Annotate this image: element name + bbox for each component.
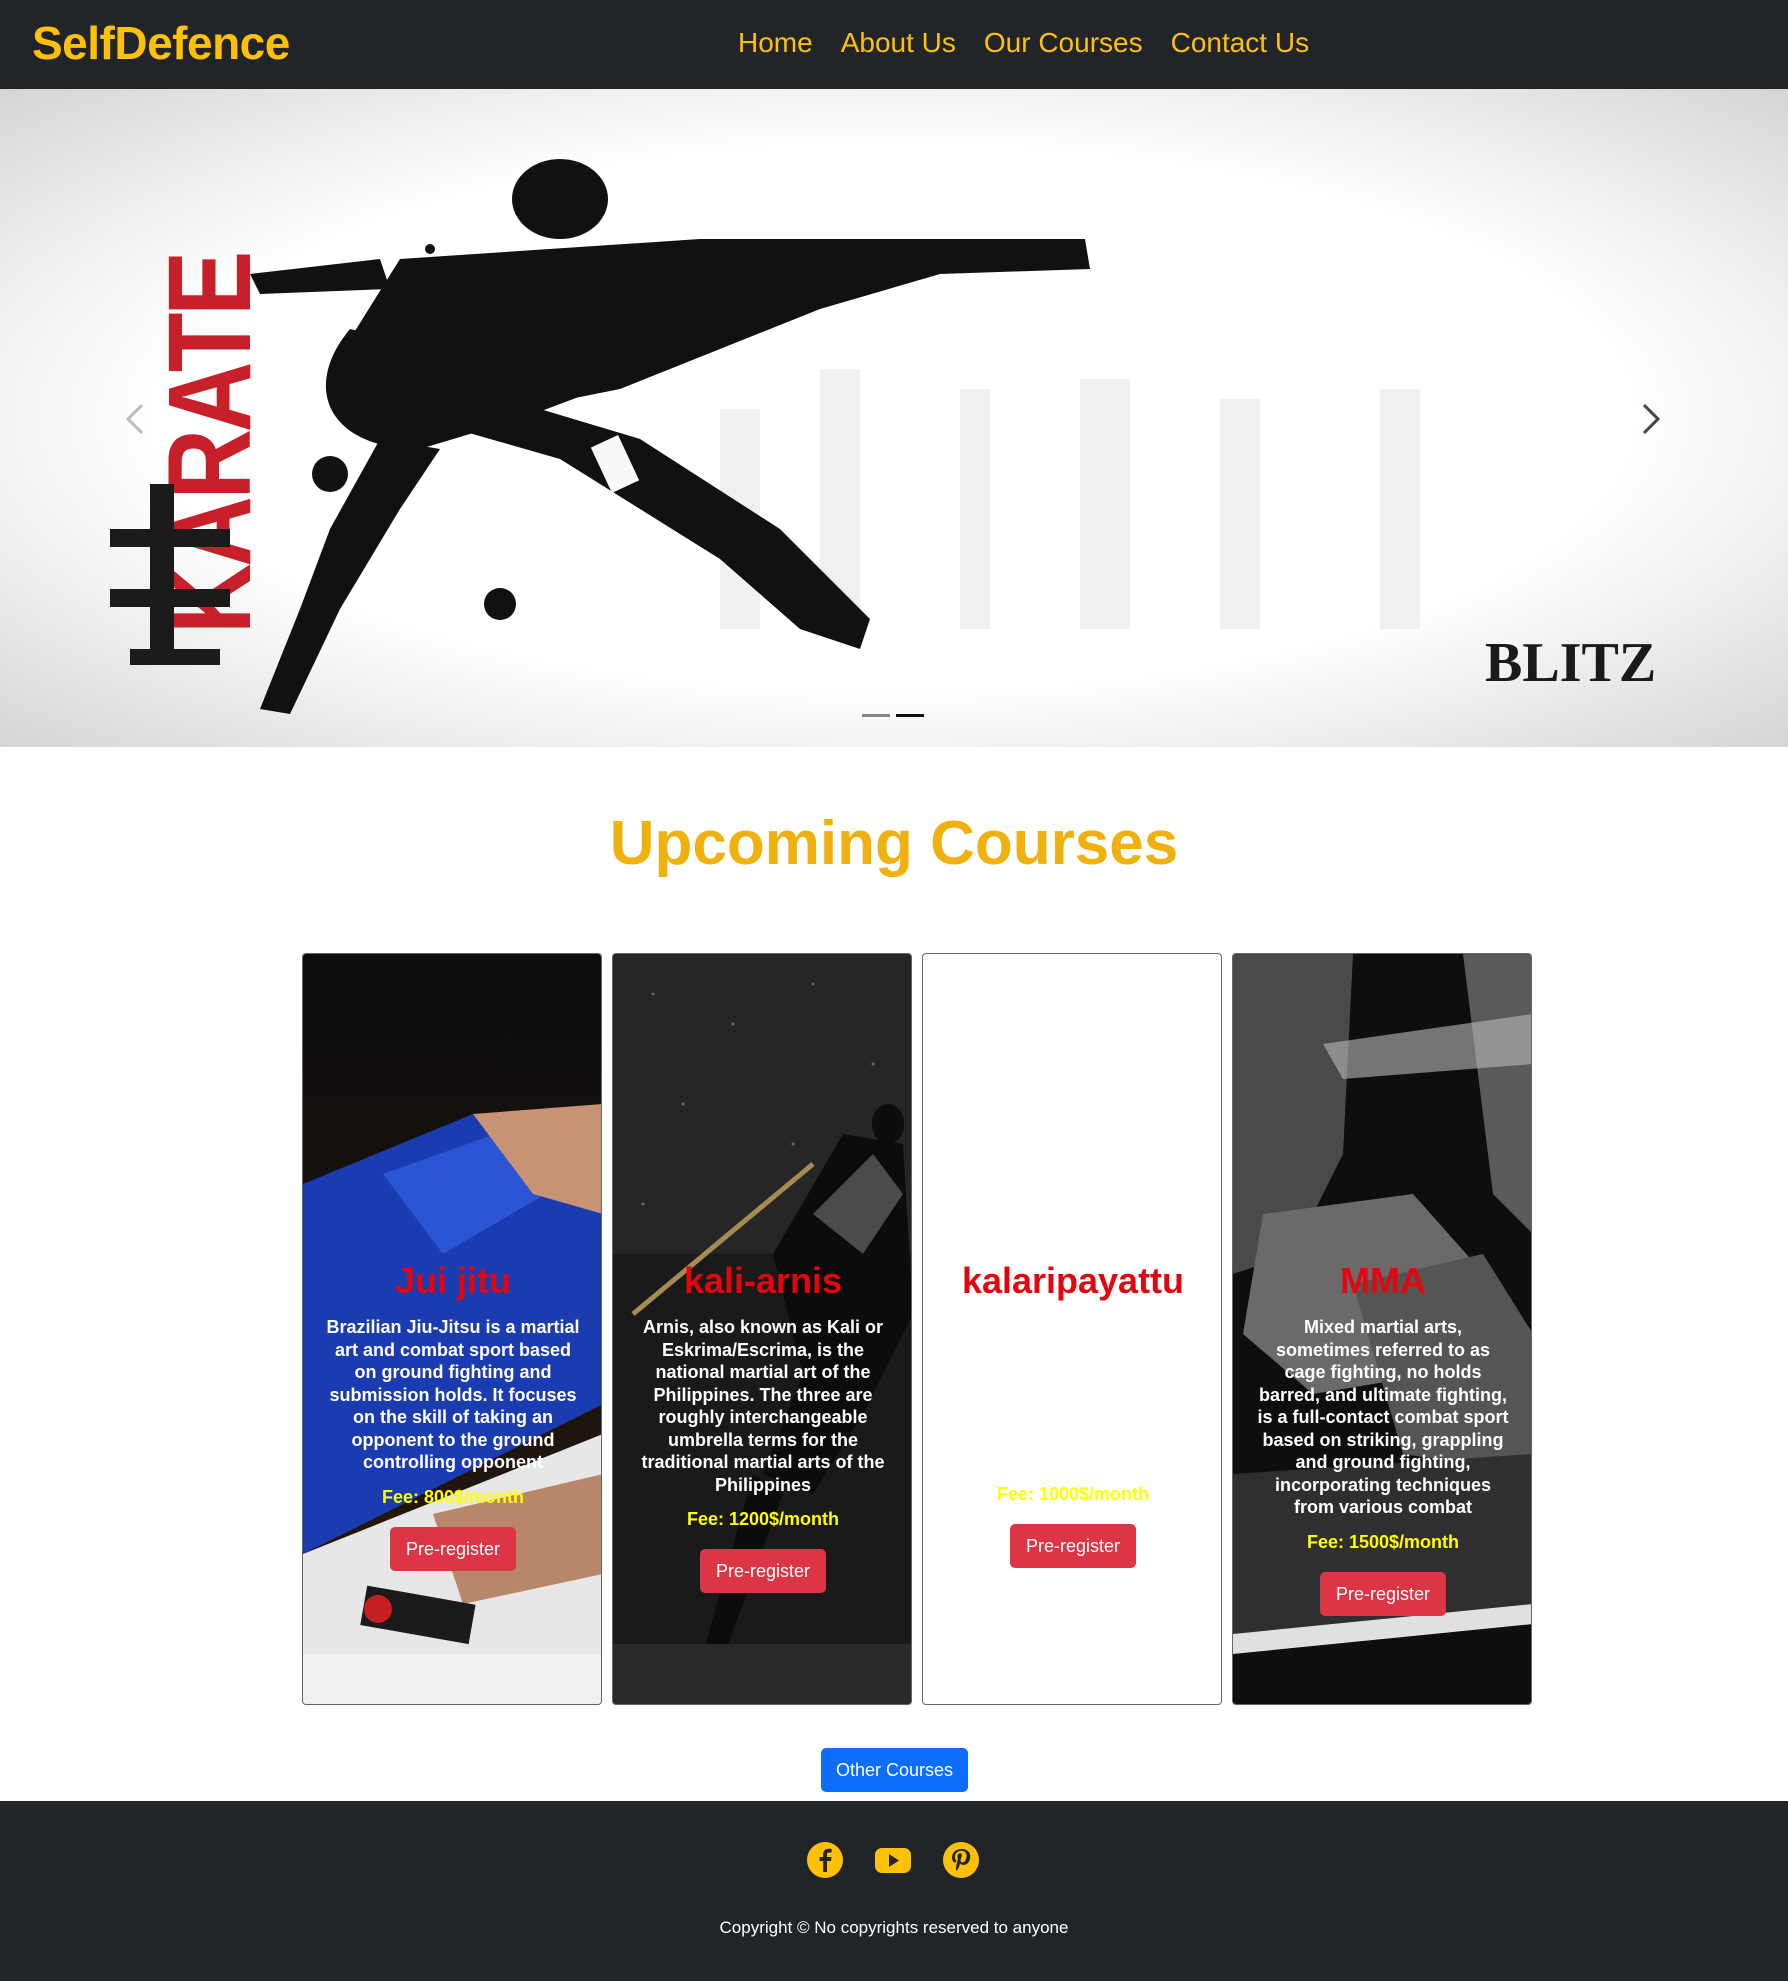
social-links: [806, 1841, 980, 1879]
nav-about-us[interactable]: About Us: [841, 26, 956, 60]
pre-register-button[interactable]: Pre-register: [1319, 1571, 1447, 1616]
course-fee: Fee: 1500$/month: [1306, 1531, 1460, 1552]
course-fee: Fee: 1000$/month: [996, 1484, 1150, 1505]
course-card-body: MMA Mixed martial arts, sometimes referr…: [1233, 1259, 1531, 1616]
chevron-right-icon[interactable]: [1622, 389, 1682, 449]
course-description: Brazilian Jiu-Jitsu is a martial art and…: [326, 1317, 580, 1473]
pinterest-icon[interactable]: [942, 1841, 980, 1879]
copyright-text: Copyright © No copyrights reserved to an…: [719, 1918, 1069, 1937]
course-title: MMA: [1340, 1260, 1426, 1301]
other-courses-button[interactable]: Other Courses: [821, 1748, 968, 1792]
pre-register-button[interactable]: Pre-register: [699, 1549, 827, 1594]
course-fee: Fee: 800$/month: [381, 1486, 525, 1507]
brand-logo[interactable]: SelfDefence: [32, 18, 290, 69]
course-description: [945, 1316, 1201, 1471]
course-description: Arnis, also known as Kali or Eskrima/Esc…: [641, 1317, 885, 1495]
course-cards: Jui jitu Brazilian Jiu-Jitsu is a martia…: [302, 953, 1534, 1705]
youtube-icon[interactable]: [874, 1841, 912, 1879]
nav-links: Home About Us Our Courses Contact Us: [738, 26, 1309, 60]
course-title: kalaripayattu: [961, 1260, 1185, 1301]
carousel-indicators: [862, 714, 924, 717]
course-card-body: kali-arnis Arnis, also known as Kali or …: [613, 1259, 911, 1594]
nav-our-courses[interactable]: Our Courses: [984, 26, 1143, 60]
course-card-kali-arnis: kali-arnis Arnis, also known as Kali or …: [612, 953, 912, 1705]
nav-contact-us[interactable]: Contact Us: [1171, 26, 1310, 60]
course-card-kalaripayattu: kalaripayattu Fee: 1000$/month Pre-regis…: [922, 953, 1222, 1705]
course-title: Jui jitu: [395, 1260, 511, 1301]
chevron-left-icon[interactable]: [104, 389, 164, 449]
carousel-indicator-2[interactable]: [896, 714, 924, 717]
facebook-icon[interactable]: [806, 1841, 844, 1879]
nav-home[interactable]: Home: [738, 26, 813, 60]
section-title: Upcoming Courses: [609, 809, 1179, 878]
blitz-logo-text: BLITZ: [1485, 632, 1656, 694]
navbar: SelfDefence Home About Us Our Courses Co…: [0, 0, 1788, 89]
course-card-jiu-jitsu: Jui jitu Brazilian Jiu-Jitsu is a martia…: [302, 953, 602, 1705]
course-title: kali-arnis: [683, 1260, 843, 1301]
course-description: Mixed martial arts, sometimes referred t…: [1257, 1317, 1509, 1518]
footer: Copyright © No copyrights reserved to an…: [0, 1801, 1788, 1981]
pre-register-button[interactable]: Pre-register: [389, 1526, 517, 1571]
course-card-body: Jui jitu Brazilian Jiu-Jitsu is a martia…: [303, 1259, 601, 1571]
carousel-indicator-1[interactable]: [862, 714, 890, 717]
karate-slide-image: KARATE BLITZ: [0, 89, 1788, 747]
course-card-mma: MMA Mixed martial arts, sometimes referr…: [1232, 953, 1532, 1705]
pre-register-button[interactable]: Pre-register: [1009, 1524, 1137, 1569]
course-card-body: kalaripayattu Fee: 1000$/month Pre-regis…: [923, 1259, 1221, 1569]
course-fee: Fee: 1200$/month: [686, 1509, 840, 1530]
hero-carousel: KARATE BLITZ: [0, 89, 1788, 747]
